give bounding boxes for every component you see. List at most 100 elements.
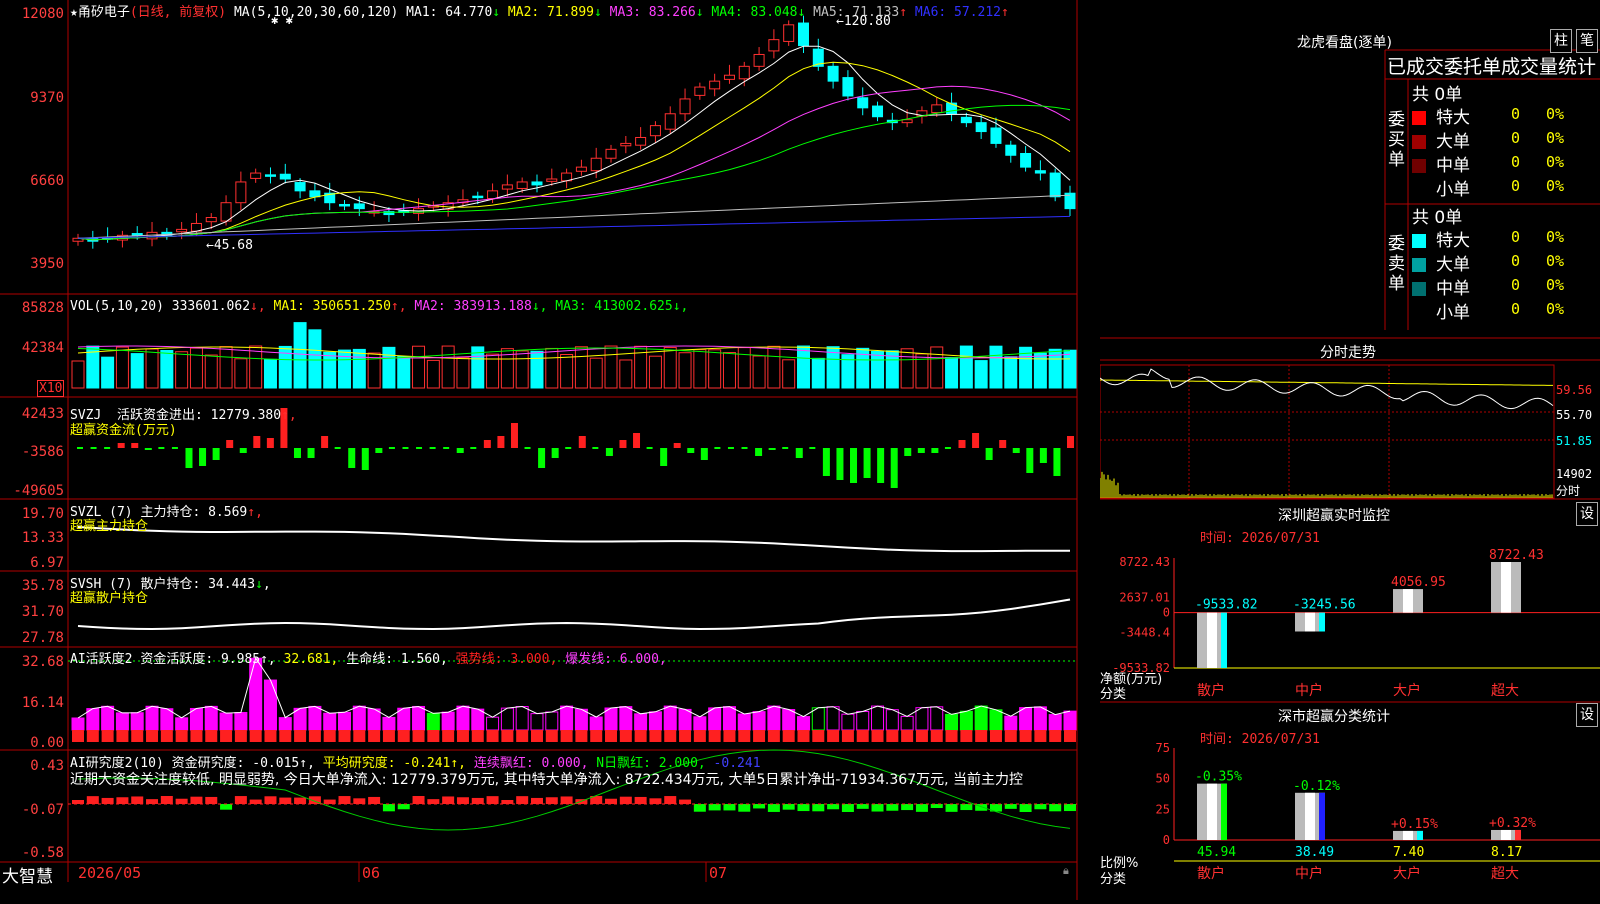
research-bar xyxy=(72,800,84,804)
volume-bar xyxy=(1004,356,1018,389)
activity-base xyxy=(841,730,854,742)
svzj-bar xyxy=(755,448,763,456)
class-bar-highlight xyxy=(1501,829,1511,840)
candle-body xyxy=(264,174,276,177)
date-label-may: 2026/05 xyxy=(78,864,142,882)
research-bar xyxy=(116,797,129,804)
monitor-chart[interactable]: 8722.432637.010-3448.4-9533.82-9533.82散户… xyxy=(1112,548,1600,699)
svzj-bar xyxy=(239,448,247,453)
price-panel[interactable] xyxy=(72,15,1076,249)
activity-bar xyxy=(589,716,603,731)
class-bar-highlight xyxy=(1207,783,1217,840)
activity-bar xyxy=(974,705,988,731)
ma-arrow-1: ↓ xyxy=(492,5,501,20)
monitor-ytick: 8722.43 xyxy=(1119,555,1170,569)
research-bar xyxy=(915,804,928,812)
research-bar xyxy=(1064,804,1076,812)
lhb-header: 已成交委托单成交量统计 xyxy=(1387,56,1597,78)
research-bar xyxy=(353,798,366,804)
research-bar xyxy=(131,796,144,804)
activity-base xyxy=(575,730,588,742)
stock-name[interactable]: ★甬矽电子 xyxy=(70,5,130,20)
svsh-panel[interactable] xyxy=(77,598,1071,631)
volume-panel[interactable] xyxy=(71,322,1077,389)
svzj-bar xyxy=(917,448,925,453)
svzj-bar xyxy=(1026,448,1034,473)
activity-base xyxy=(1019,730,1032,742)
research-bar xyxy=(886,804,899,811)
tab-bar-button[interactable]: 柱 xyxy=(1550,29,1572,53)
lock-icon[interactable]: 🔒︎ xyxy=(1063,864,1069,878)
volume-bar xyxy=(545,347,559,389)
class-change-label: +0.15% xyxy=(1391,817,1438,832)
svzl-panel[interactable] xyxy=(77,526,1070,553)
activity-base xyxy=(856,730,869,742)
svsh-ylabel-1: 35.78 xyxy=(21,578,64,594)
class-category: 中户 xyxy=(1295,865,1323,882)
activity-base xyxy=(308,730,321,742)
tab-tick-button[interactable]: 笔 xyxy=(1576,29,1598,53)
vol-ma-arrow-1: ↑, xyxy=(390,299,407,314)
class-ytick: 0 xyxy=(1163,833,1170,847)
ai-activity-panel[interactable] xyxy=(68,657,1077,742)
activity-base xyxy=(116,730,129,742)
monitor-ytick: 2637.01 xyxy=(1119,590,1170,604)
order-row-3: 中单 xyxy=(1412,151,1470,176)
activity-base xyxy=(975,730,988,742)
monitor-value-label: 8722.43 xyxy=(1489,548,1544,563)
class-settings-button[interactable]: 设 xyxy=(1576,703,1598,727)
color-swatch xyxy=(1412,282,1426,296)
order-count: 0 xyxy=(1511,228,1521,246)
svzj-bar xyxy=(578,436,586,448)
activity-bar xyxy=(1048,714,1062,731)
candle-body xyxy=(575,166,587,172)
classification-chart[interactable]: 75 50 25 0 -0.35% 45.94 散户 -0.12% 38.49 中户 +0.15% 7… xyxy=(1156,741,1600,882)
svzj-bar xyxy=(226,440,234,448)
activity-bar xyxy=(871,705,885,731)
color-swatch xyxy=(1412,258,1426,272)
activity-bar xyxy=(130,712,144,731)
class-category: 散户 xyxy=(1197,865,1225,882)
activity-base xyxy=(397,730,410,742)
candle-body xyxy=(960,116,972,124)
svsh-line2: 超赢散户持仓 xyxy=(70,591,149,606)
ma-arrow-3: ↓ xyxy=(695,5,704,20)
monitor-settings-button[interactable]: 设 xyxy=(1576,502,1598,526)
volume-bar xyxy=(308,329,322,389)
vol-title: VOL(5,10,20) xyxy=(70,299,164,314)
activity-bar xyxy=(945,713,959,731)
monitor-bar-highlight xyxy=(1305,612,1315,632)
volume-bar xyxy=(693,349,707,389)
intraday-chart[interactable] xyxy=(1100,364,1555,499)
candle-body xyxy=(472,195,484,199)
svzl-line1: 主力持仓: 8.569 xyxy=(140,505,248,520)
class-value-label: 8.17 xyxy=(1491,845,1522,860)
order-type: 大单 xyxy=(1436,132,1470,152)
activity-base xyxy=(220,730,233,742)
activity-bar xyxy=(560,705,574,731)
kline-chart-area[interactable]: ★甬矽电子(日线, 前复权) MA(5,10,20,30,60,120) MA1… xyxy=(0,0,1100,900)
activity-base xyxy=(930,730,943,742)
svzj-bar xyxy=(117,443,125,448)
monitor-bar-highlight xyxy=(1403,589,1413,613)
activity-bar xyxy=(989,709,1003,731)
research-bar xyxy=(397,804,410,810)
activity-base xyxy=(382,730,395,742)
svzj-bar xyxy=(1039,448,1047,463)
svzj-bar xyxy=(293,448,301,458)
monitor-category: 大户 xyxy=(1393,682,1421,699)
price-ylabel-4: 3950 xyxy=(30,256,64,272)
activity-base xyxy=(945,730,958,742)
candle-body xyxy=(931,104,943,114)
air-ylabel-3: -0.58 xyxy=(21,845,64,861)
svzj-bar xyxy=(931,448,939,453)
svzj-bar xyxy=(1053,448,1061,476)
svzj-bar xyxy=(253,436,261,448)
svzl-ylabel-2: 13.33 xyxy=(21,530,64,546)
research-bar xyxy=(679,799,692,804)
period-label[interactable]: (日线, 前复权) xyxy=(130,5,226,20)
high-price-label: ←120.80 xyxy=(836,14,891,29)
volume-bar xyxy=(189,347,203,389)
class-bar-edge xyxy=(1319,792,1325,840)
research-bar xyxy=(767,804,780,812)
